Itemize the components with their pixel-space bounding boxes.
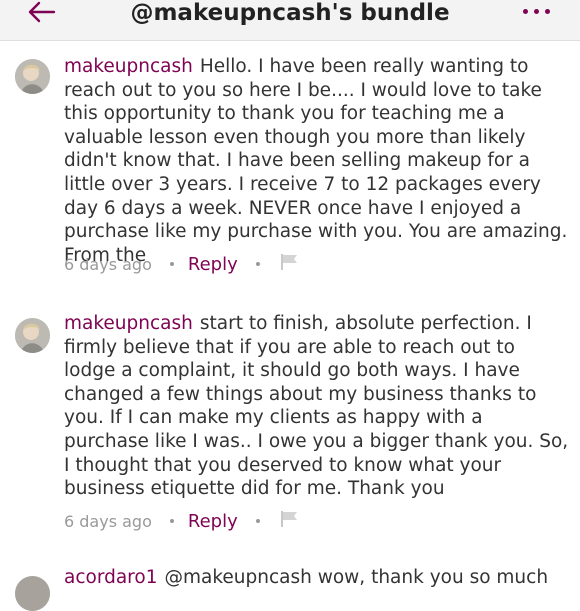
comment-body: makeupncash start to finish, absolute per… — [64, 312, 569, 501]
more-horizontal-icon — [523, 9, 528, 14]
top-bar: @makeupncash's bundle — [0, 0, 580, 41]
comment-meta: 6 days ago Reply — [64, 509, 300, 533]
comment-timestamp: 6 days ago — [64, 254, 152, 274]
avatar-image — [15, 576, 50, 611]
avatar-image — [15, 59, 50, 94]
comment-text: Hello. I have been really wanting to rea… — [64, 56, 568, 266]
flag-icon[interactable] — [280, 253, 300, 275]
comment-text: @makeupncash wow, thank you so much — [164, 567, 549, 588]
more-options-button[interactable] — [523, 9, 550, 14]
comment-text: start to finish, absolute perfection. I … — [64, 313, 569, 500]
reply-button[interactable]: Reply — [188, 254, 238, 275]
avatar[interactable] — [15, 59, 50, 94]
avatar[interactable] — [15, 576, 50, 611]
flag-icon[interactable] — [280, 510, 300, 532]
comment-username[interactable]: acordaro1 — [64, 567, 157, 588]
comment-username[interactable]: makeupncash — [64, 313, 193, 334]
comment-body: acordaro1 @makeupncash wow, thank you so … — [64, 566, 569, 590]
avatar[interactable] — [15, 318, 50, 353]
page-title: @makeupncash's bundle — [130, 0, 450, 26]
comment-timestamp: 6 days ago — [64, 511, 152, 531]
comment-meta: 6 days ago Reply — [64, 252, 300, 276]
comment-username[interactable]: makeupncash — [64, 56, 193, 77]
avatar-image — [15, 318, 50, 353]
reply-button[interactable]: Reply — [188, 511, 238, 532]
comment-body: makeupncash Hello. I have been really wan… — [64, 55, 569, 267]
